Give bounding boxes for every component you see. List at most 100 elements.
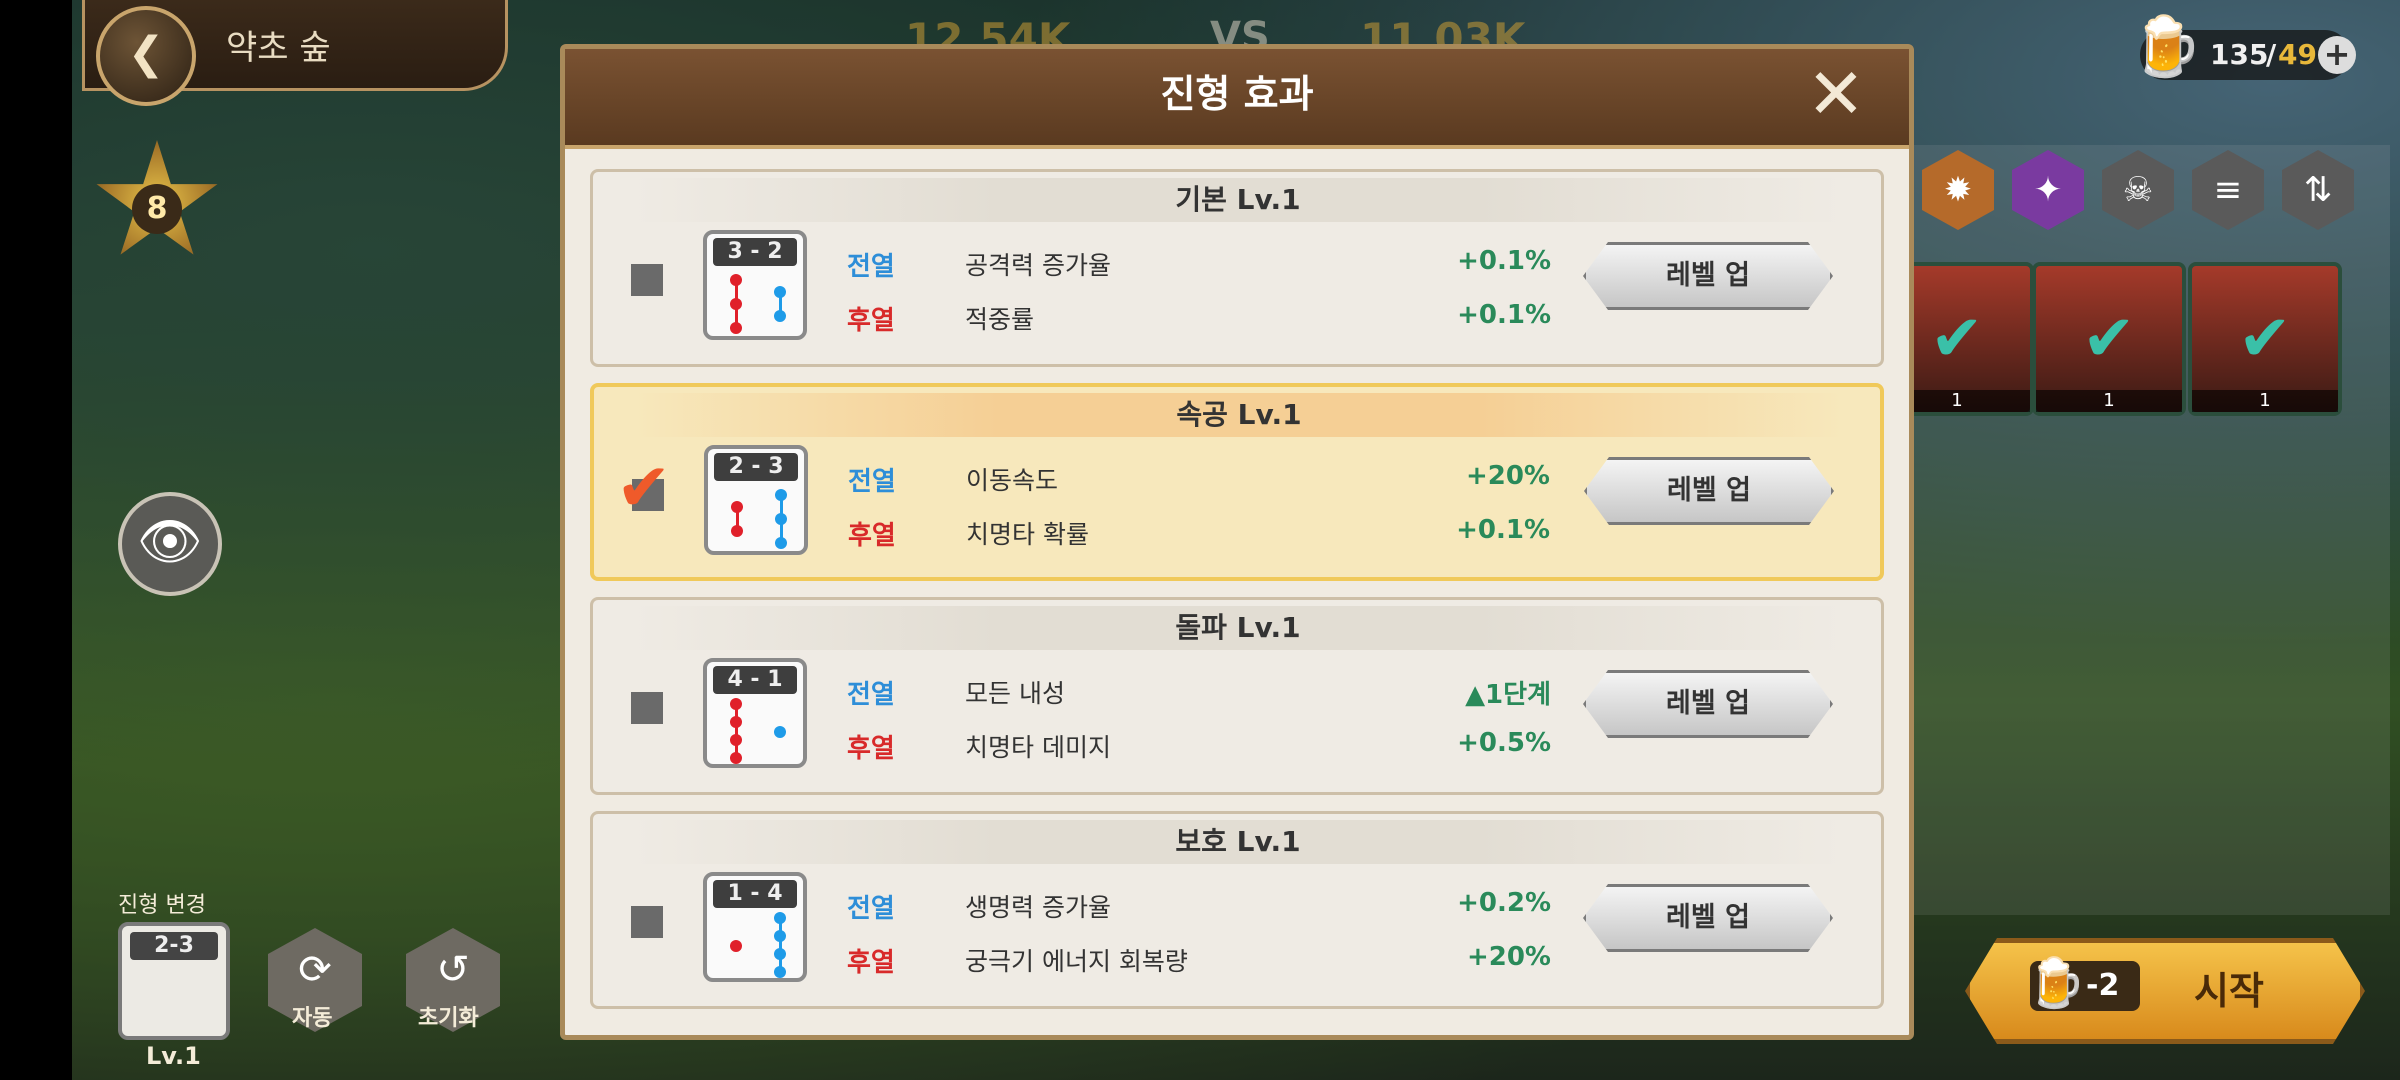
formation-change-label: 진형 변경 xyxy=(118,893,206,918)
back-dot xyxy=(775,513,787,525)
back-dot xyxy=(775,489,787,501)
beer-mug-icon: 🍺 xyxy=(2026,955,2086,1011)
front-dot xyxy=(730,752,742,764)
back-stat-value: +0.1% xyxy=(1457,300,1551,330)
hero-panel xyxy=(1910,145,2390,915)
stamina-current: 135 xyxy=(2210,38,2269,71)
formation-diagram: 1 - 4 xyxy=(703,872,807,982)
back-stat-name: 치명타 확률 xyxy=(966,520,1089,549)
check-icon: ✔ xyxy=(2082,302,2136,376)
front-dot xyxy=(730,940,742,952)
front-line xyxy=(735,702,738,758)
reset-icon: ↺ xyxy=(436,947,470,993)
formation-diagram: 2 - 3 xyxy=(704,445,808,555)
back-dot xyxy=(774,966,786,978)
back-dot xyxy=(774,310,786,322)
back-dot xyxy=(774,948,786,960)
formation-row-speed[interactable]: 속공 Lv.1 ✔ 2 - 3 전열 이동속도 +20% 후열 치명타 확률 +… xyxy=(590,383,1884,581)
add-stamina-button[interactable]: + xyxy=(2318,36,2356,74)
back-dot xyxy=(774,286,786,298)
back-stat-name: 치명타 데미지 xyxy=(965,733,1111,762)
check-icon: ✔ xyxy=(1930,302,1984,376)
formation-checkbox[interactable] xyxy=(631,906,663,938)
front-dot xyxy=(730,298,742,310)
formation-checkbox[interactable] xyxy=(631,264,663,296)
back-row-label: 후열 xyxy=(847,734,895,764)
formation-row-protection[interactable]: 보호 Lv.1 1 - 4 전열 생명력 증가율 +0.2% 후열 궁극기 에너… xyxy=(590,811,1884,1009)
hero-card[interactable]: ✔ 1 xyxy=(2188,262,2342,416)
front-stat-name: 이동속도 xyxy=(966,466,1059,495)
back-stat-value: +0.1% xyxy=(1456,515,1550,545)
beer-mug-icon: 🍺 xyxy=(2130,12,2203,80)
front-stat-value: +20% xyxy=(1465,461,1550,491)
check-icon: ✔ xyxy=(2238,302,2292,376)
formation-change-card[interactable]: 2-3 xyxy=(118,922,230,1040)
stamina-max: 49 xyxy=(2278,38,2317,71)
level-up-button[interactable]: 레벨 업 xyxy=(1583,242,1833,310)
formation-title: 기본 Lv.1 xyxy=(633,178,1843,222)
front-stat-value: +0.2% xyxy=(1457,888,1551,918)
eye-icon: 👁 xyxy=(136,512,203,572)
level-up-button[interactable]: 레벨 업 xyxy=(1584,457,1834,525)
level-up-button[interactable]: 레벨 업 xyxy=(1583,670,1833,738)
back-row-label: 후열 xyxy=(847,948,895,978)
formation-diagram: 4 - 1 xyxy=(703,658,807,768)
formation-row-basic[interactable]: 기본 Lv.1 3 - 2 전열 공격력 증가율 +0.1% 후열 적중률 +0… xyxy=(590,169,1884,367)
level-up-button[interactable]: 레벨 업 xyxy=(1583,884,1833,952)
formation-code: 1 - 4 xyxy=(713,880,797,908)
back-dot xyxy=(774,912,786,924)
front-row-label: 전열 xyxy=(848,467,896,497)
hero-card[interactable]: ✔ 1 xyxy=(2032,262,2186,416)
star-level: 8 xyxy=(132,184,182,234)
front-stat-value: ▲1단계 xyxy=(1465,680,1551,710)
front-dot xyxy=(730,274,742,286)
front-stat-name: 모든 내성 xyxy=(965,679,1065,708)
back-button[interactable]: ❮ xyxy=(96,6,196,106)
back-row-label: 후열 xyxy=(848,521,896,551)
front-stat-name: 생명력 증가율 xyxy=(965,893,1111,922)
auto-label: 자동 xyxy=(292,1006,333,1031)
front-row-label: 전열 xyxy=(847,252,895,282)
back-dot xyxy=(774,726,786,738)
front-dot xyxy=(730,734,742,746)
formation-code: 2 - 3 xyxy=(714,453,798,481)
eye-view-button[interactable]: 👁 xyxy=(118,492,222,596)
front-dot xyxy=(730,716,742,728)
close-button[interactable]: ✕ xyxy=(1801,59,1871,129)
hero-level: 1 xyxy=(2036,390,2182,412)
front-dot xyxy=(730,322,742,334)
start-button[interactable] xyxy=(1965,938,2365,1044)
checkmark-icon: ✔ xyxy=(616,449,672,526)
reset-label: 초기화 xyxy=(418,1006,479,1031)
formation-level: Lv.1 xyxy=(146,1042,201,1070)
back-arrow-icon: ❮ xyxy=(127,28,165,79)
formation-code: 3 - 2 xyxy=(713,238,797,266)
formation-code: 4 - 1 xyxy=(713,666,797,694)
formation-effect-modal: 진형 효과 ✕ 기본 Lv.1 3 - 2 전열 공격력 증가율 +0.1% 후… xyxy=(560,44,1914,1040)
formation-checkbox[interactable] xyxy=(631,692,663,724)
start-label: 시작 xyxy=(2194,969,2264,1013)
formation-row-breakthrough[interactable]: 돌파 Lv.1 4 - 1 전열 모든 내성 ▲1단계 후열 치명타 데미지 +… xyxy=(590,597,1884,795)
modal-header: 진형 효과 ✕ xyxy=(565,49,1909,149)
back-stat-value: +0.5% xyxy=(1457,728,1551,758)
hero-level: 1 xyxy=(2192,390,2338,412)
back-line xyxy=(779,916,782,972)
front-row-label: 전열 xyxy=(847,680,895,710)
formation-diagram: 3 - 2 xyxy=(703,230,807,340)
start-cost: -2 xyxy=(2086,968,2120,1003)
modal-title: 진형 효과 xyxy=(1160,72,1314,116)
back-stat-value: +20% xyxy=(1466,942,1551,972)
stamina-separator: / xyxy=(2266,38,2277,71)
back-stat-name: 궁극기 에너지 회복량 xyxy=(965,947,1188,976)
auto-icon: ⟳ xyxy=(298,947,332,993)
front-stat-value: +0.1% xyxy=(1457,246,1551,276)
formation-change-card-title: 2-3 xyxy=(130,932,218,960)
back-dot xyxy=(774,930,786,942)
location-name: 약초 숲 xyxy=(226,28,331,68)
front-stat-name: 공격력 증가율 xyxy=(965,251,1111,280)
front-dot xyxy=(730,698,742,710)
back-dot xyxy=(775,537,787,549)
front-row-label: 전열 xyxy=(847,894,895,924)
back-row-label: 후열 xyxy=(847,306,895,336)
formation-title: 보호 Lv.1 xyxy=(633,820,1843,864)
